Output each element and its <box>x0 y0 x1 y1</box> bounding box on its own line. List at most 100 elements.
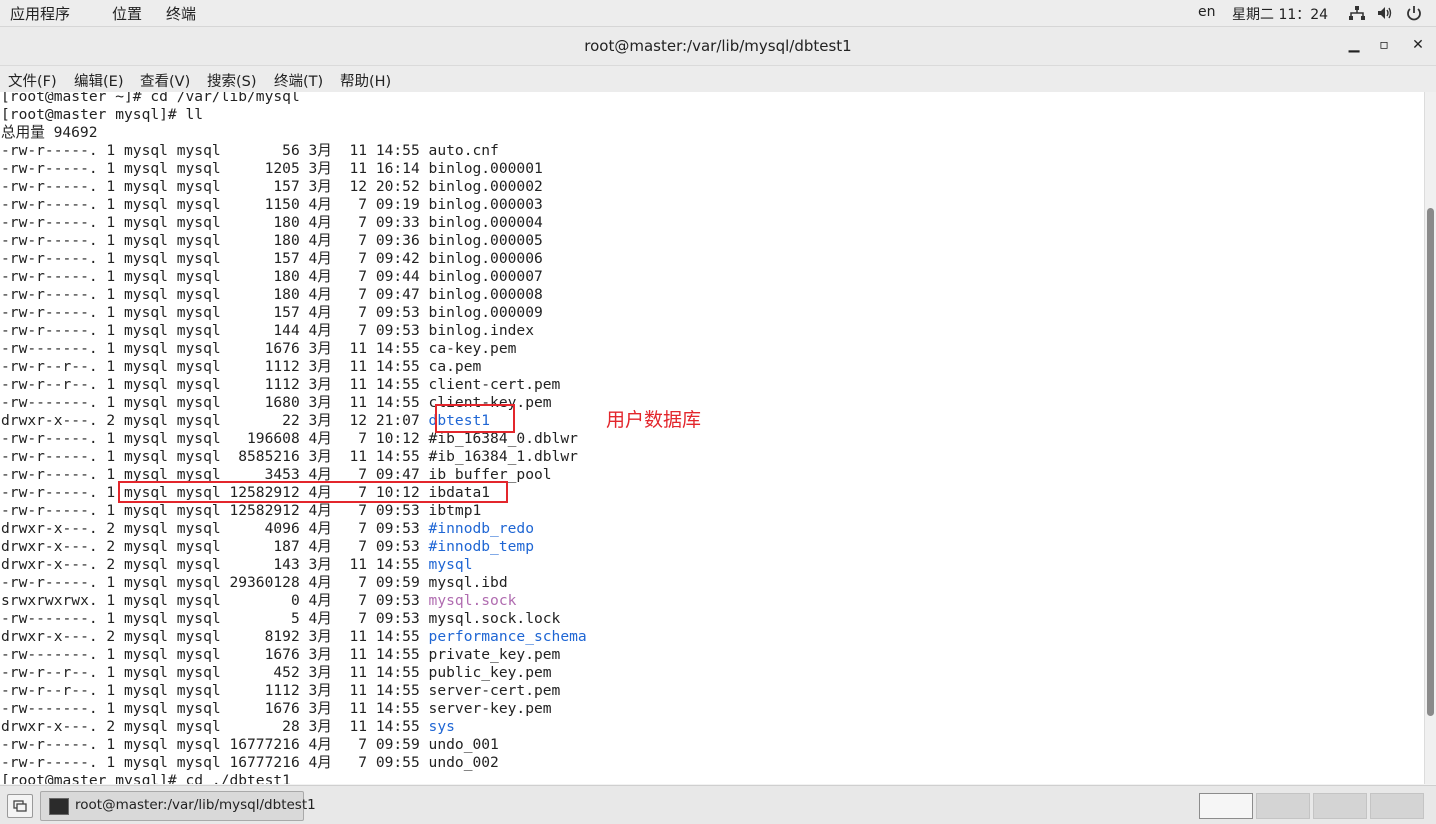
line-text: drwxr-x---. 2 mysql mysql 28 3月 11 14:55 <box>1 718 429 735</box>
terminal-line: -rw-r--r--. 1 mysql mysql 1112 3月 11 14:… <box>1 682 587 700</box>
line-text: -rw-r--r--. 1 mysql mysql 1112 3月 11 14:… <box>1 376 429 393</box>
terminal-line: drwxr-x---. 2 mysql mysql 28 3月 11 14:55… <box>1 718 587 736</box>
maximize-icon[interactable]: ▫ <box>1376 37 1392 53</box>
file-name: binlog.000002 <box>428 178 543 195</box>
terminal-scrollbar[interactable] <box>1424 92 1436 784</box>
terminal-app-menu[interactable]: 终端 <box>166 3 196 24</box>
taskbar-window-item[interactable]: root@master:/var/lib/mysql/dbtest1 <box>40 791 316 821</box>
system-top-bar: 应用程序 位置 终端 en 星期二 11：24 <box>0 0 1436 27</box>
file-name: binlog.000004 <box>428 214 543 231</box>
terminal-line: -rw-r-----. 1 mysql mysql 157 3月 12 20:5… <box>1 178 587 196</box>
line-text: -rw-------. 1 mysql mysql 1676 3月 11 14:… <box>1 646 429 663</box>
file-name: undo_001 <box>428 736 499 753</box>
terminal-line: -rw-r--r--. 1 mysql mysql 452 3月 11 14:5… <box>1 664 587 682</box>
power-icon[interactable] <box>1405 5 1423 21</box>
terminal-output[interactable]: [root@master ~]# cd /var/lib/mysql [root@… <box>0 92 1424 784</box>
terminal-menubar: 文件(F) 编辑(E) 查看(V) 搜索(S) 终端(T) 帮助(H) <box>0 66 1436 93</box>
annotation-label: 用户数据库 <box>606 409 702 431</box>
line-text: -rw-r-----. 1 mysql mysql 16777216 4月 7 … <box>1 736 429 753</box>
line-text: -rw-r-----. 1 mysql mysql 29360128 4月 7 … <box>1 574 429 591</box>
scrollbar-thumb[interactable] <box>1427 208 1434 716</box>
terminal-line: -rw-r-----. 1 mysql mysql 157 4月 7 09:53… <box>1 304 587 322</box>
line-text: drwxr-x---. 2 mysql mysql 143 3月 11 14:5… <box>1 556 429 573</box>
line-text: -rw-r-----. 1 mysql mysql 180 4月 7 09:44 <box>1 268 429 285</box>
places-menu[interactable]: 位置 <box>112 3 142 24</box>
menu-search[interactable]: 搜索(S) <box>207 70 257 91</box>
file-name: public_key.pem <box>428 664 552 681</box>
file-name: mysql <box>428 556 473 573</box>
file-name: binlog.000009 <box>428 304 543 321</box>
file-name: binlog.000001 <box>428 160 543 177</box>
file-name: binlog.000003 <box>428 196 543 213</box>
terminal-line: -rw-r-----. 1 mysql mysql 1150 4月 7 09:1… <box>1 196 587 214</box>
menu-file[interactable]: 文件(F) <box>8 70 57 91</box>
terminal-line: -rw-r-----. 1 mysql mysql 16777216 4月 7 … <box>1 754 587 772</box>
file-name: client-cert.pem <box>428 376 561 393</box>
line-text: -rw-r-----. 1 mysql mysql 180 4月 7 09:47 <box>1 286 429 303</box>
annotation-box-dbtest1 <box>435 404 515 433</box>
menu-help[interactable]: 帮助(H) <box>340 70 391 91</box>
menu-edit[interactable]: 编辑(E) <box>74 70 123 91</box>
clock[interactable]: 星期二 11：24 <box>1232 4 1328 24</box>
terminal-line: -rw-r-----. 1 mysql mysql 180 4月 7 09:47… <box>1 286 587 304</box>
menu-view[interactable]: 查看(V) <box>140 70 190 91</box>
file-name: sys <box>428 718 455 735</box>
workspace-3[interactable] <box>1313 793 1367 819</box>
close-icon[interactable]: ✕ <box>1410 37 1426 53</box>
terminal-line: -rw-r-----. 1 mysql mysql 16777216 4月 7 … <box>1 736 587 754</box>
file-name: server-cert.pem <box>428 682 561 699</box>
line-text: [root@master ~]# cd /var/lib/mysql <box>1 92 300 105</box>
terminal-line: drwxr-x---. 2 mysql mysql 187 4月 7 09:53… <box>1 538 587 556</box>
terminal-line: -rw-r-----. 1 mysql mysql 180 4月 7 09:33… <box>1 214 587 232</box>
window-title-bar[interactable]: root@master:/var/lib/mysql/dbtest1 ▁ ▫ ✕ <box>0 27 1436 66</box>
volume-icon[interactable] <box>1376 5 1394 21</box>
workspace-2[interactable] <box>1256 793 1310 819</box>
line-text: [root@master mysql]# ll <box>1 106 204 123</box>
minimize-icon[interactable]: ▁ <box>1346 37 1362 53</box>
line-text: srwxrwxrwx. 1 mysql mysql 0 4月 7 09:53 <box>1 592 429 609</box>
terminal-line: -rw-r-----. 1 mysql mysql 12582912 4月 7 … <box>1 502 587 520</box>
line-text: -rw-------. 1 mysql mysql 1676 3月 11 14:… <box>1 340 429 357</box>
file-name: ca-key.pem <box>428 340 517 357</box>
line-text: drwxr-x---. 2 mysql mysql 8192 3月 11 14:… <box>1 628 429 645</box>
file-name: binlog.000006 <box>428 250 543 267</box>
keyboard-layout-indicator[interactable]: en <box>1198 4 1216 20</box>
line-text: -rw-r-----. 1 mysql mysql 1205 3月 11 16:… <box>1 160 429 177</box>
line-text: -rw-r-----. 1 mysql mysql 196608 4月 7 10… <box>1 430 429 447</box>
network-icon[interactable] <box>1348 5 1366 21</box>
line-text: -rw-r-----. 1 mysql mysql 180 4月 7 09:33 <box>1 214 429 231</box>
terminal-line: [root@master mysql]# ll <box>1 106 587 124</box>
terminal-line: -rw-r-----. 1 mysql mysql 144 4月 7 09:53… <box>1 322 587 340</box>
file-name: mysql.sock <box>428 592 517 609</box>
terminal-line: drwxr-x---. 2 mysql mysql 8192 3月 11 14:… <box>1 628 587 646</box>
file-name: #ib_16384_1.dblwr <box>428 448 578 465</box>
terminal-icon <box>49 798 69 815</box>
line-text: -rw-r-----. 1 mysql mysql 1150 4月 7 09:1… <box>1 196 429 213</box>
show-desktop-icon[interactable] <box>7 794 33 818</box>
workspace-1[interactable] <box>1199 793 1253 819</box>
line-text: -rw-r-----. 1 mysql mysql 56 3月 11 14:55 <box>1 142 429 159</box>
line-text: [root@master mysql]# cd ./dbtest1 <box>1 772 291 784</box>
file-name: mysql.sock.lock <box>428 610 561 627</box>
terminal-line: -rw-r-----. 1 mysql mysql 8585216 3月 11 … <box>1 448 587 466</box>
terminal-line: drwxr-x---. 2 mysql mysql 143 3月 11 14:5… <box>1 556 587 574</box>
line-text: -rw-r-----. 1 mysql mysql 8585216 3月 11 … <box>1 448 429 465</box>
file-name: binlog.000005 <box>428 232 543 249</box>
file-name: binlog.index <box>428 322 534 339</box>
window-title: root@master:/var/lib/mysql/dbtest1 <box>584 37 852 55</box>
workspace-4[interactable] <box>1370 793 1424 819</box>
terminal-line: -rw-r-----. 1 mysql mysql 1205 3月 11 16:… <box>1 160 587 178</box>
applications-menu[interactable]: 应用程序 <box>10 3 70 24</box>
line-text: drwxr-x---. 2 mysql mysql 4096 4月 7 09:5… <box>1 520 429 537</box>
file-name: private_key.pem <box>428 646 561 663</box>
terminal-line: -rw-r-----. 1 mysql mysql 180 4月 7 09:44… <box>1 268 587 286</box>
file-name: undo_002 <box>428 754 499 771</box>
line-text: drwxr-x---. 2 mysql mysql 22 3月 12 21:07 <box>1 412 429 429</box>
file-name: #innodb_redo <box>428 520 534 537</box>
line-text: -rw-r--r--. 1 mysql mysql 452 3月 11 14:5… <box>1 664 429 681</box>
line-text: -rw-r-----. 1 mysql mysql 157 4月 7 09:53 <box>1 304 429 321</box>
terminal-line: 总用量 94692 <box>1 124 587 142</box>
menu-terminal[interactable]: 终端(T) <box>274 70 323 91</box>
line-text: -rw-r-----. 1 mysql mysql 157 3月 12 20:5… <box>1 178 429 195</box>
line-text: -rw-r-----. 1 mysql mysql 12582912 4月 7 … <box>1 502 429 519</box>
